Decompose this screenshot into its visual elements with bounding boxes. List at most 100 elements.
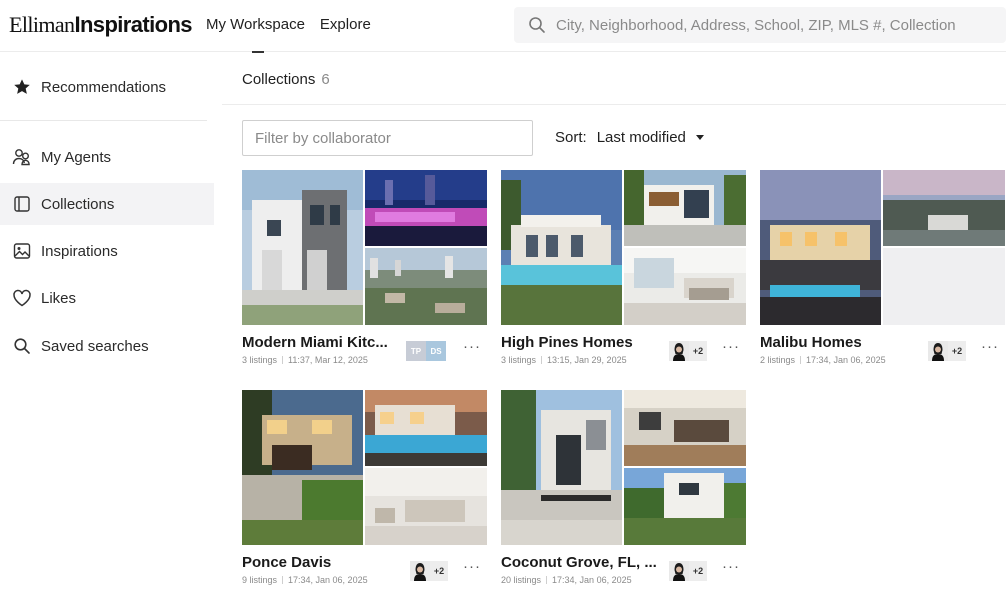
search-icon: [528, 16, 546, 34]
collection-name: Malibu Homes: [760, 334, 862, 351]
listing-photo: [624, 390, 746, 466]
more-options-icon[interactable]: ···: [721, 339, 741, 360]
sort-control: Sort: Last modified: [555, 129, 704, 146]
global-search-bar[interactable]: [514, 7, 1006, 43]
brand-logo[interactable]: EllimanInspirations: [9, 12, 193, 38]
sidebar-item-inspirations[interactable]: Inspirations: [0, 230, 214, 272]
agent-avatar: [669, 561, 689, 581]
sidebar-item-label: Saved searches: [41, 337, 149, 355]
collection-meta: 20 listings 17:34, Jan 06, 2025: [501, 575, 632, 585]
last-modified: 17:34, Jan 06, 2025: [552, 575, 632, 585]
last-modified: 17:34, Jan 06, 2025: [288, 575, 368, 585]
inspirations-icon: [12, 241, 32, 261]
star-icon: [12, 77, 32, 97]
collection-meta: 3 listings 13:15, Jan 29, 2025: [501, 355, 627, 365]
heart-icon: [12, 288, 32, 308]
listing-photo: [624, 170, 746, 246]
extra-collaborators-count: +2: [430, 561, 448, 581]
sidebar: Recommendations My Agents Collections In…: [0, 53, 214, 600]
listing-photo: [624, 468, 746, 545]
logo-text-light: Elliman: [9, 12, 75, 37]
nav-my-workspace[interactable]: My Workspace: [206, 16, 305, 53]
sidebar-item-label: Likes: [41, 289, 77, 307]
sidebar-item-likes[interactable]: Likes: [0, 277, 214, 319]
search-icon: [12, 336, 32, 356]
listing-photo: [760, 170, 881, 325]
collection-name: Modern Miami Kitc...: [242, 334, 388, 351]
listing-photo: [242, 170, 363, 325]
logo-text-bold: Inspirations: [74, 12, 192, 37]
sidebar-item-my-agents[interactable]: My Agents: [0, 136, 214, 178]
sort-value: Last modified: [596, 129, 686, 146]
sidebar-item-recommendations[interactable]: Recommendations: [0, 66, 214, 108]
caret-down-icon: [695, 135, 704, 140]
collection-name: Ponce Davis: [242, 554, 332, 571]
main-nav: My Workspace Explore: [206, 16, 371, 53]
collaborator-initials: DS: [426, 341, 446, 361]
sidebar-item-collections[interactable]: Collections: [0, 183, 214, 225]
collection-thumbnails: [242, 390, 487, 545]
collection-name: Coconut Grove, FL, ...: [501, 554, 657, 571]
collaborators[interactable]: +2: [669, 560, 707, 582]
nav-explore[interactable]: Explore: [320, 16, 371, 33]
top-header: EllimanInspirations My Workspace Explore: [0, 0, 1006, 53]
collections-count: 6: [321, 71, 330, 88]
collaborators[interactable]: TP DS: [406, 340, 446, 362]
more-options-icon[interactable]: ···: [721, 559, 741, 580]
page-title-text: Collections: [242, 71, 316, 88]
listing-count: 2 listings: [760, 355, 796, 365]
sidebar-item-label: Recommendations: [41, 78, 167, 96]
listing-photo: [365, 248, 487, 325]
collection-card[interactable]: Malibu Homes 2 listings 17:34, Jan 06, 20…: [760, 170, 1005, 380]
sidebar-item-label: Inspirations: [41, 242, 118, 260]
more-options-icon[interactable]: ···: [462, 339, 482, 360]
page-title: Collections 6: [242, 71, 330, 88]
global-search-input[interactable]: [556, 16, 1006, 34]
listing-photo: [883, 248, 1005, 325]
sidebar-divider: [0, 120, 207, 121]
listing-photo: [883, 170, 1005, 246]
listing-count: 9 listings: [242, 575, 278, 585]
extra-collaborators-count: +2: [948, 341, 966, 361]
collection-card[interactable]: Coconut Grove, FL, ... 20 listings 17:34,…: [501, 390, 746, 600]
listing-photo: [501, 390, 622, 545]
collection-card[interactable]: Ponce Davis 9 listings 17:34, Jan 06, 202…: [242, 390, 487, 600]
main-divider: [222, 104, 1006, 105]
more-options-icon[interactable]: ···: [462, 559, 482, 580]
collection-thumbnails: [760, 170, 1005, 325]
sidebar-item-saved-searches[interactable]: Saved searches: [0, 325, 214, 367]
agents-icon: [12, 147, 32, 167]
agent-avatar: [410, 561, 430, 581]
collection-meta: 9 listings 17:34, Jan 06, 2025: [242, 575, 368, 585]
extra-collaborators-count: +2: [689, 341, 707, 361]
collaborators[interactable]: +2: [928, 340, 966, 362]
sort-dropdown[interactable]: Last modified: [597, 129, 704, 146]
collection-card[interactable]: Modern Miami Kitc... 3 listings 11:37, Ma…: [242, 170, 487, 380]
last-modified: 13:15, Jan 29, 2025: [547, 355, 627, 365]
collaborator-filter-input[interactable]: [243, 121, 532, 155]
listing-photo: [365, 468, 487, 545]
listing-count: 20 listings: [501, 575, 542, 585]
collaborator-initials: TP: [406, 341, 426, 361]
last-modified: 11:37, Mar 12, 2025: [288, 355, 368, 365]
agent-avatar: [669, 341, 689, 361]
listing-photo: [624, 248, 746, 325]
agent-avatar: [928, 341, 948, 361]
collaborators[interactable]: +2: [410, 560, 448, 582]
collaborators[interactable]: +2: [669, 340, 707, 362]
sort-label: Sort:: [555, 129, 587, 146]
listing-photo: [365, 170, 487, 246]
sidebar-item-label: Collections: [41, 195, 115, 213]
sidebar-item-label: My Agents: [41, 148, 112, 166]
listing-count: 3 listings: [242, 355, 278, 365]
more-options-icon[interactable]: ···: [980, 339, 1000, 360]
listing-photo: [501, 170, 622, 325]
collection-name: High Pines Homes: [501, 334, 633, 351]
listing-photo: [242, 390, 363, 545]
collection-card[interactable]: High Pines Homes 3 listings 13:15, Jan 29…: [501, 170, 746, 380]
extra-collaborators-count: +2: [689, 561, 707, 581]
collaborator-filter[interactable]: [242, 120, 533, 156]
collection-thumbnails: [242, 170, 487, 325]
listing-photo: [365, 390, 487, 466]
collection-thumbnails: [501, 390, 746, 545]
